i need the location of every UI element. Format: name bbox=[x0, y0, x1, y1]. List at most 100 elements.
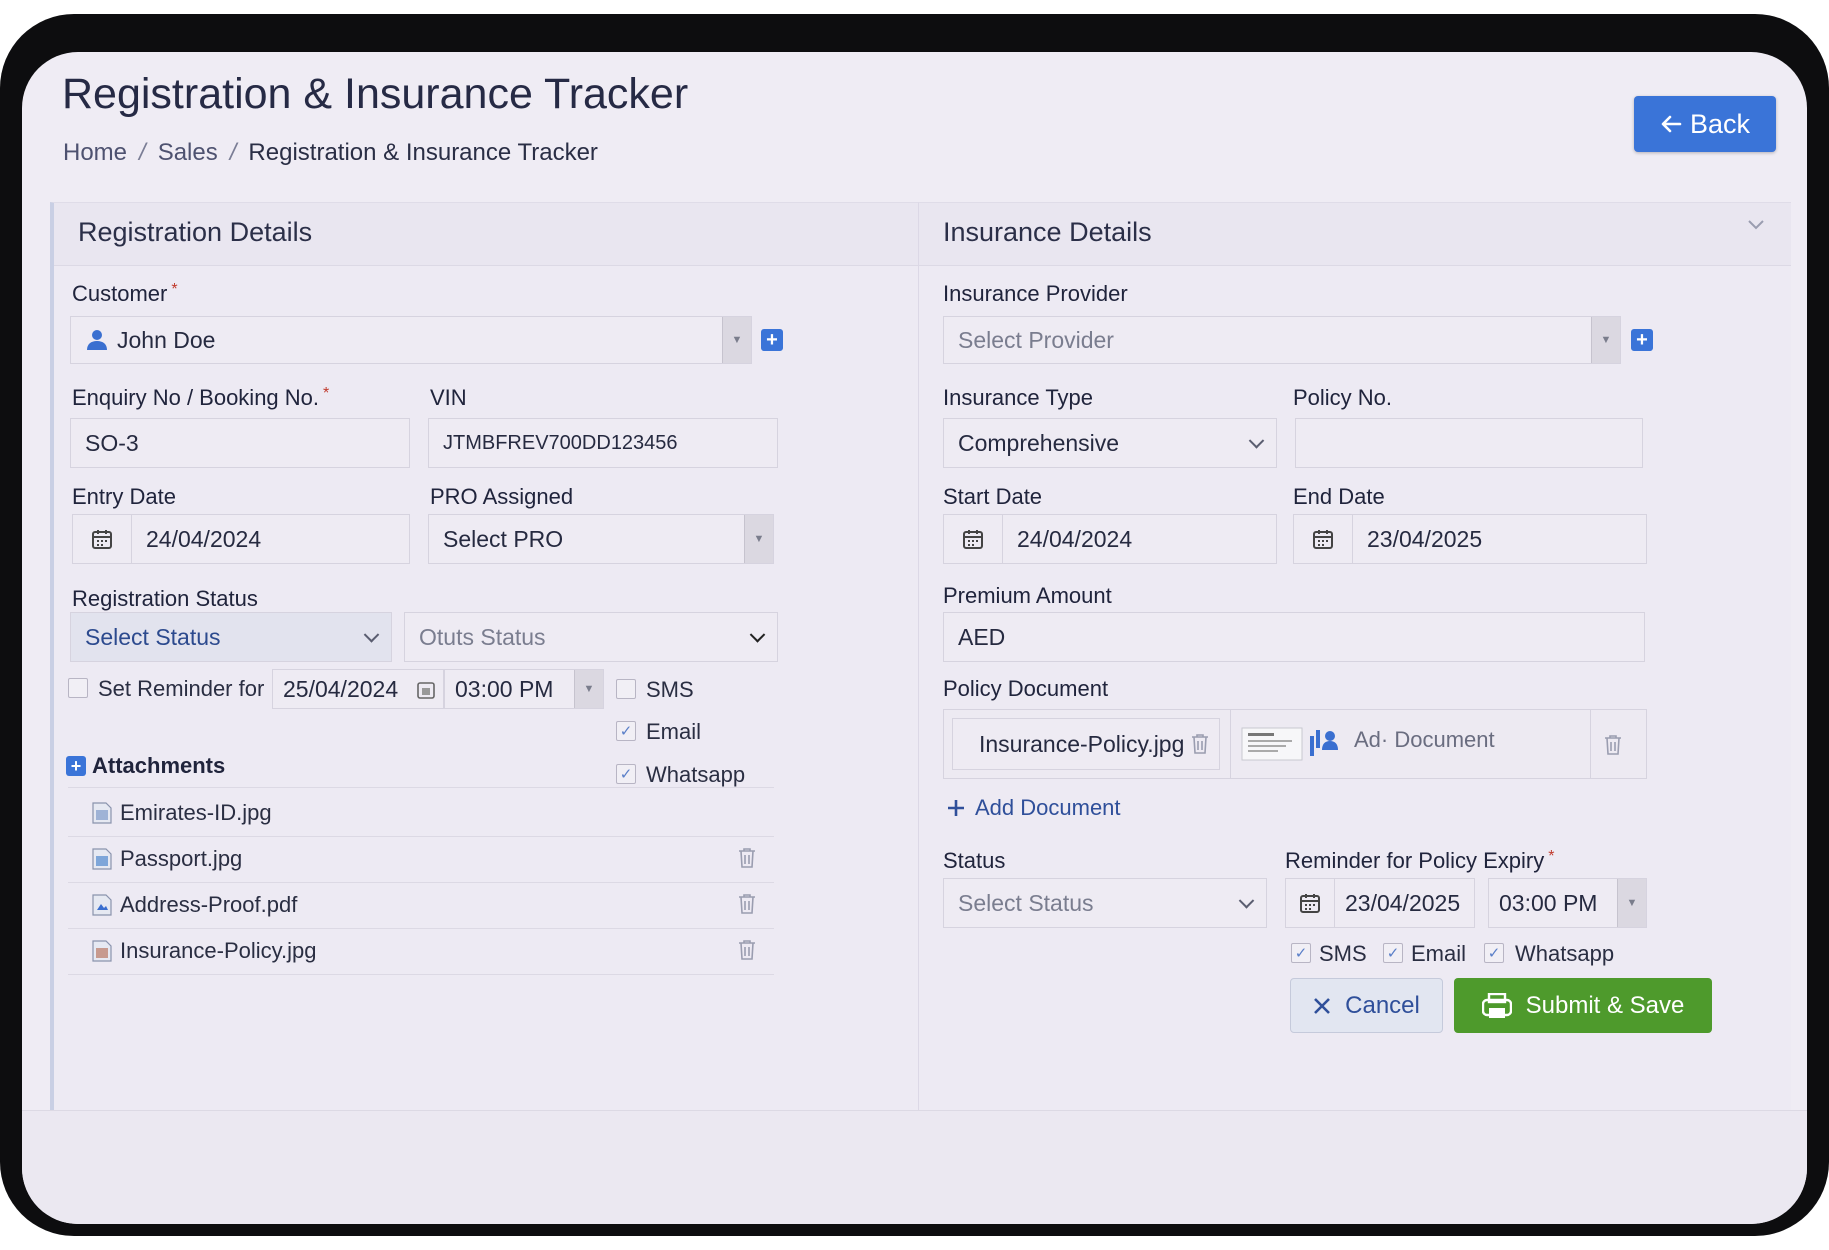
start-date-label: Start Date bbox=[943, 484, 1043, 509]
attachment-row[interactable]: Address-Proof.pdf bbox=[68, 882, 774, 929]
registration-panel-title: Registration Details bbox=[78, 217, 313, 247]
submit-save-button[interactable]: Submit & Save bbox=[1454, 978, 1712, 1033]
breadcrumb-current: Registration & Insurance Tracker bbox=[248, 139, 598, 166]
trash-icon[interactable] bbox=[738, 939, 756, 961]
entry-date-input[interactable]: 24/04/2024 bbox=[72, 514, 410, 564]
reminder-checkbox[interactable] bbox=[68, 678, 88, 698]
add-document-button[interactable]: Add Document bbox=[947, 795, 1121, 821]
outs-status-select[interactable]: Otuts Status bbox=[404, 612, 778, 662]
reminder-label: Set Reminder for bbox=[98, 676, 265, 701]
add-customer-button[interactable]: + bbox=[761, 329, 783, 351]
expiry-sms-label: SMS bbox=[1319, 941, 1367, 966]
provider-select[interactable]: Select Provider ▼ bbox=[943, 316, 1621, 364]
calendar-icon[interactable] bbox=[944, 515, 1003, 563]
trash-icon[interactable] bbox=[738, 893, 756, 915]
enquiry-input[interactable]: SO-3 bbox=[70, 418, 410, 468]
expiry-whatsapp-label: Whatsapp bbox=[1515, 941, 1615, 966]
insurance-type-select[interactable]: Comprehensive bbox=[943, 418, 1277, 468]
chevron-down-icon[interactable]: ▼ bbox=[744, 515, 773, 563]
trash-icon[interactable] bbox=[1191, 733, 1209, 755]
customer-select[interactable]: John Doe ▼ bbox=[70, 316, 752, 364]
expiry-date-input[interactable]: 23/04/2025 bbox=[1285, 878, 1475, 928]
calendar-icon[interactable] bbox=[1294, 515, 1353, 563]
chevron-down-icon[interactable] bbox=[1747, 219, 1765, 231]
breadcrumb-home[interactable]: Home bbox=[63, 139, 127, 167]
insurance-panel-title: Insurance Details bbox=[943, 217, 1152, 247]
whatsapp-label: Whatsapp bbox=[646, 762, 746, 787]
form-footer bbox=[22, 1110, 1807, 1224]
device-frame: Registration & Insurance Tracker Home / … bbox=[0, 14, 1829, 1236]
attachments-label: Attachments bbox=[92, 753, 226, 778]
breadcrumb-separator: / bbox=[229, 139, 237, 166]
page-header: Registration & Insurance Tracker Home / … bbox=[22, 52, 1807, 202]
plus-icon bbox=[948, 800, 964, 816]
file-icon bbox=[92, 940, 112, 962]
divider bbox=[1590, 710, 1591, 778]
customer-label: Customer * bbox=[72, 281, 178, 306]
page-title: Registration & Insurance Tracker bbox=[62, 70, 689, 118]
chevron-down-icon[interactable]: ▼ bbox=[1591, 317, 1620, 363]
chevron-down-icon[interactable]: ▼ bbox=[722, 317, 751, 363]
premium-input[interactable]: AED bbox=[943, 612, 1645, 662]
chevron-down-icon bbox=[363, 627, 380, 643]
trash-icon[interactable] bbox=[1604, 734, 1622, 756]
breadcrumb-sales[interactable]: Sales bbox=[158, 139, 218, 167]
entry-date-label: Entry Date bbox=[72, 484, 176, 509]
file-icon bbox=[92, 848, 112, 870]
provider-label: Insurance Provider bbox=[943, 281, 1128, 306]
sms-label: SMS bbox=[646, 677, 694, 702]
status-label: Status bbox=[943, 848, 1006, 873]
breadcrumb-separator: / bbox=[139, 139, 146, 166]
insurance-panel: Insurance Details Insurance Provider Sel… bbox=[918, 202, 1791, 1111]
file-icon bbox=[92, 894, 112, 916]
vin-label: VIN bbox=[430, 385, 467, 410]
expiry-sms-checkbox[interactable]: ✓ bbox=[1291, 943, 1311, 963]
pro-select[interactable]: Select PRO ▼ bbox=[428, 514, 774, 564]
status-select[interactable]: Select Status bbox=[70, 612, 392, 662]
calendar-icon[interactable] bbox=[1286, 879, 1335, 927]
back-button[interactable]: Back bbox=[1634, 96, 1776, 152]
save-icon bbox=[1481, 992, 1512, 1018]
whatsapp-checkbox[interactable]: ✓ bbox=[616, 764, 636, 784]
expiry-time-select[interactable]: 03:00 PM ▼ bbox=[1488, 878, 1647, 928]
policy-no-input[interactable] bbox=[1295, 418, 1643, 468]
policy-document-label: Policy Document bbox=[943, 676, 1109, 701]
start-date-input[interactable]: 24/04/2024 bbox=[943, 514, 1277, 564]
enquiry-label: Enquiry No / Booking No. * bbox=[72, 385, 330, 410]
expiry-email-checkbox[interactable]: ✓ bbox=[1383, 943, 1403, 963]
expiry-whatsapp-checkbox[interactable]: ✓ bbox=[1484, 943, 1504, 963]
attachment-row[interactable]: Insurance-Policy.jpg bbox=[68, 928, 774, 975]
customer-value: John Doe bbox=[117, 326, 216, 353]
chevron-down-icon[interactable]: ▼ bbox=[574, 670, 603, 708]
attachment-row[interactable]: Emirates-ID.jpg bbox=[68, 790, 774, 837]
chevron-down-icon[interactable]: ▼ bbox=[1617, 879, 1646, 927]
document-thumbnail-icon bbox=[1241, 727, 1338, 761]
chevron-down-icon bbox=[1248, 433, 1265, 449]
add-provider-button[interactable]: + bbox=[1631, 329, 1653, 351]
premium-label: Premium Amount bbox=[943, 583, 1112, 608]
reminder-time-select[interactable]: 03:00 PM ▼ bbox=[444, 669, 604, 709]
document-preview-label: Ad· Document bbox=[1354, 727, 1495, 752]
cancel-button[interactable]: Cancel bbox=[1290, 978, 1443, 1033]
policy-document-file[interactable]: Insurance-Policy.jpg bbox=[952, 718, 1220, 770]
attachment-row[interactable]: Passport.jpg bbox=[68, 836, 774, 883]
email-label: Email bbox=[646, 719, 702, 744]
expiry-reminder-label: Reminder for Policy Expiry * bbox=[1285, 848, 1555, 873]
end-date-label: End Date bbox=[1293, 484, 1385, 509]
registration-panel: Registration Details Customer * John Doe … bbox=[50, 202, 919, 1111]
divider bbox=[1230, 710, 1231, 778]
vin-input[interactable]: JTMBFREV700DD123456 bbox=[428, 418, 778, 468]
add-attachment-button[interactable]: + bbox=[66, 756, 86, 776]
insurance-status-select[interactable]: Select Status bbox=[943, 878, 1267, 928]
calendar-icon[interactable] bbox=[73, 515, 132, 563]
trash-icon[interactable] bbox=[738, 847, 756, 869]
chevron-down-icon bbox=[749, 627, 766, 643]
sms-checkbox[interactable] bbox=[616, 679, 636, 699]
arrow-left-icon bbox=[1661, 115, 1682, 133]
attachments-divider bbox=[68, 787, 774, 788]
email-checkbox[interactable]: ✓ bbox=[616, 721, 636, 741]
pro-label: PRO Assigned bbox=[430, 484, 574, 509]
reminder-date-input[interactable]: 25/04/2024 bbox=[272, 669, 444, 709]
calendar-icon[interactable] bbox=[417, 681, 435, 699]
end-date-input[interactable]: 23/04/2025 bbox=[1293, 514, 1647, 564]
